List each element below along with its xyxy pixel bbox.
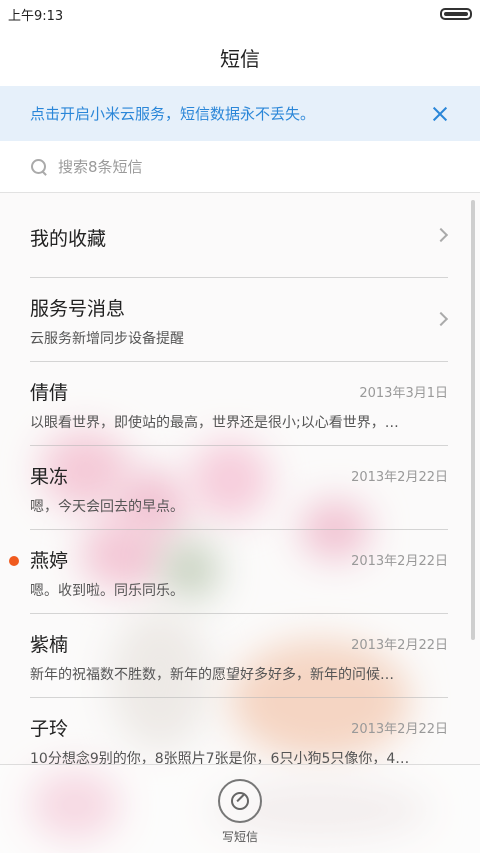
status-time: 上午9:13 <box>8 8 64 24</box>
conversation-row[interactable]: 燕婷 2013年2月22日 嗯。收到啦。同乐同乐。 <box>9 530 448 614</box>
search-bar[interactable] <box>0 141 480 193</box>
cloud-service-banner[interactable]: 点击开启小米云服务，短信数据永不丢失。 <box>0 86 480 141</box>
chevron-right-icon <box>433 311 449 327</box>
message-date: 2013年2月22日 <box>351 638 448 653</box>
contact-name: 倩倩 <box>30 382 69 404</box>
message-preview: 新年的祝福数不胜数，新年的愿望好多好多，新年的问候… <box>30 667 394 683</box>
unread-dot-icon <box>9 556 19 566</box>
contact-name: 燕婷 <box>30 550 69 572</box>
contact-name: 子玲 <box>30 718 69 740</box>
banner-text[interactable]: 点击开启小米云服务，短信数据永不丢失。 <box>30 103 430 124</box>
compose-button[interactable] <box>218 779 262 823</box>
compose-label[interactable]: 写短信 <box>0 828 480 845</box>
message-date: 2013年2月22日 <box>351 722 448 737</box>
bottom-bar: 写短信 <box>0 764 480 853</box>
compose-icon <box>231 792 249 810</box>
chevron-right-icon <box>433 227 449 243</box>
message-preview: 以眼看世界，即使站的最高，世界还是很小;以心看世界，… <box>30 415 399 431</box>
contact-name: 紫楠 <box>30 634 69 656</box>
message-preview: 嗯。收到啦。同乐同乐。 <box>30 583 184 599</box>
service-name: 服务号消息 <box>30 298 126 320</box>
close-icon[interactable] <box>430 104 450 124</box>
service-account-row[interactable]: 服务号消息 云服务新增同步设备提醒 <box>30 278 449 362</box>
message-date: 2013年2月22日 <box>351 554 448 569</box>
message-preview: 嗯，今天会回去的早点。 <box>30 499 184 515</box>
conversation-row[interactable]: 倩倩 2013年3月1日 以眼看世界，即使站的最高，世界还是很小;以心看世界，… <box>30 362 448 446</box>
title-bar: 短信 <box>0 28 480 86</box>
conversation-row[interactable]: 紫楠 2013年2月22日 新年的祝福数不胜数，新年的愿望好多好多，新年的问候… <box>30 614 448 698</box>
page-title: 短信 <box>220 46 260 71</box>
search-icon <box>30 158 48 176</box>
search-input[interactable] <box>58 157 358 176</box>
message-preview: 10分想念9别的你，8张照片7张是你，6只小狗5只像你，4… <box>30 751 410 764</box>
contact-name: 果冻 <box>30 466 69 488</box>
conversation-row[interactable]: 果冻 2013年2月22日 嗯，今天会回去的早点。 <box>30 446 448 530</box>
conversation-list: 我的收藏 服务号消息 云服务新增同步设备提醒 倩倩 2013年3月1日 以眼看世… <box>0 194 480 764</box>
message-date: 2013年2月22日 <box>351 470 448 485</box>
status-bar: 上午9:13 <box>0 0 480 28</box>
favorites-row[interactable]: 我的收藏 <box>30 194 449 278</box>
conversation-row[interactable]: 子玲 2013年2月22日 10分想念9别的你，8张照片7张是你，6只小狗5只像… <box>30 698 448 764</box>
message-date: 2013年3月1日 <box>359 386 448 401</box>
service-preview: 云服务新增同步设备提醒 <box>30 331 184 347</box>
scrollbar[interactable] <box>471 200 475 640</box>
battery-icon <box>440 8 472 20</box>
favorites-label: 我的收藏 <box>30 228 107 250</box>
